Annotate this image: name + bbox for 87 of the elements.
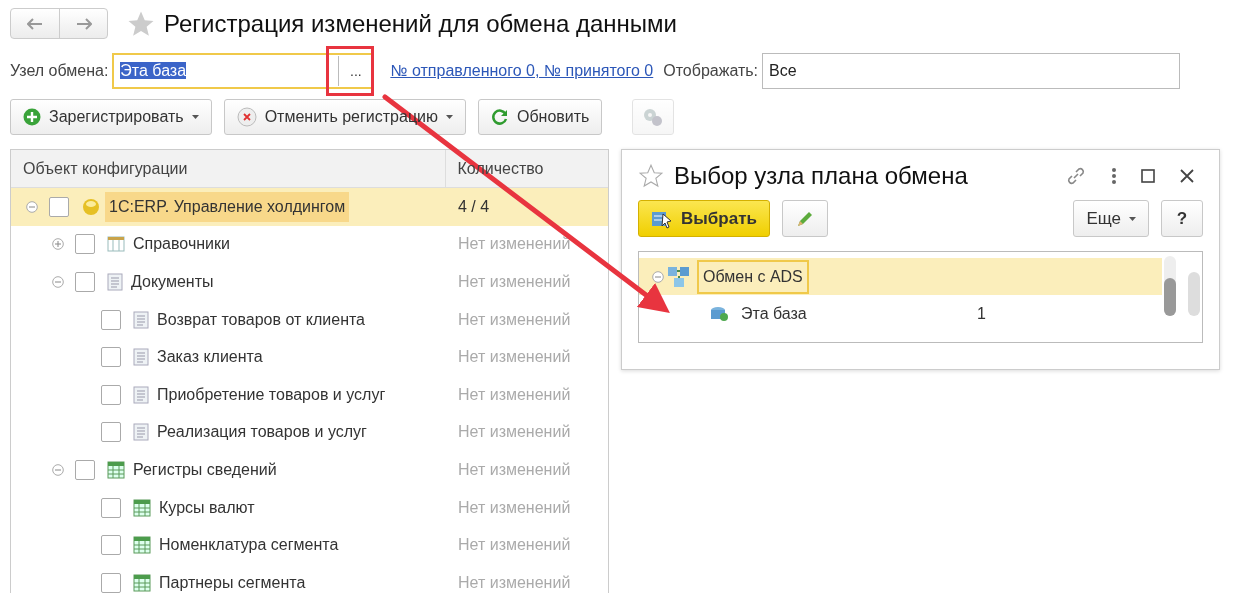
count-cell-text: Нет изменений [457, 273, 571, 291]
close-icon[interactable] [1179, 168, 1195, 184]
checkbox[interactable] [101, 347, 121, 368]
checkbox[interactable] [75, 234, 95, 255]
checkbox[interactable] [101, 497, 121, 518]
register-icon [133, 536, 151, 555]
count-cell-text: 4 / 4 [457, 197, 490, 216]
catalog-icon [107, 236, 125, 253]
field-label: Узел обмена: [10, 62, 109, 80]
help-button[interactable]: ? [1161, 200, 1203, 237]
tree-label: Справочники [132, 234, 231, 255]
scrollbar[interactable] [1164, 256, 1176, 316]
collapse-icon[interactable] [52, 276, 64, 288]
caret-icon [191, 115, 199, 119]
column-header: Объект конфигурации [23, 159, 188, 178]
document-icon [133, 310, 149, 329]
count-cell-text: Нет изменений [457, 536, 571, 555]
link-icon[interactable] [1065, 165, 1087, 187]
window-title: Регистрация изменений для обмена данными [164, 9, 677, 38]
add-icon [23, 108, 41, 126]
refresh-button[interactable]: Обновить [478, 99, 603, 135]
counters-link[interactable]: № отправленного 0, № принятого 0 [390, 62, 654, 80]
count-cell-text: Нет изменений [457, 573, 571, 592]
register-icon [133, 573, 151, 592]
count-cell-text: Нет изменений [457, 235, 571, 254]
selected-text: Эта база [120, 62, 187, 79]
caret-icon [1129, 216, 1136, 221]
node-label: Обмен с ADS [697, 259, 809, 294]
tree-label: Реализация товаров и услуг [156, 422, 368, 443]
database-icon [709, 304, 729, 323]
checkbox[interactable] [49, 196, 69, 217]
more-icon[interactable] [1111, 167, 1117, 185]
scrollbar[interactable] [1188, 272, 1200, 316]
tree-label: Документы [130, 272, 215, 292]
checkbox[interactable] [101, 384, 121, 405]
collapse-icon[interactable] [652, 270, 664, 283]
count-cell-text: Нет изменений [457, 310, 571, 329]
checkbox[interactable] [101, 422, 121, 443]
nodes-icon [667, 264, 691, 289]
collapse-icon[interactable] [52, 463, 64, 476]
expand-icon[interactable] [52, 238, 64, 251]
field-label: Отображать: [663, 62, 759, 80]
tree-label: Заказ клиента [156, 347, 264, 368]
refresh-icon [491, 108, 509, 126]
highlight-frame [326, 46, 375, 96]
right-arrow-icon [75, 17, 92, 30]
star-icon[interactable] [638, 163, 664, 189]
tree-label: Возврат товаров от клиента [156, 309, 366, 330]
checkbox[interactable] [101, 309, 121, 330]
register-icon [133, 498, 151, 517]
count-cell-text: Нет изменений [457, 423, 571, 442]
more-button[interactable]: Еще [1073, 200, 1149, 237]
display-field[interactable]: Все [762, 53, 1181, 89]
count-cell-text: Нет изменений [457, 460, 571, 479]
checkbox[interactable] [75, 272, 95, 292]
caret-icon [446, 115, 453, 119]
checkbox[interactable] [101, 572, 121, 593]
node-row[interactable]: Эта база 1 [639, 295, 1162, 332]
tree-label: Регистры сведений [132, 459, 278, 480]
tree-label: Приобретение товаров и услуг [156, 384, 387, 405]
document-icon [107, 273, 123, 291]
collapse-icon[interactable] [26, 200, 38, 213]
document-icon [133, 423, 149, 442]
register-icon [107, 460, 125, 479]
tree-label: 1C:ERP. Управление холдингом [105, 191, 350, 222]
count-cell-text: 1 [976, 304, 986, 323]
select-button[interactable]: Выбрать [638, 200, 770, 237]
document-icon [133, 385, 149, 404]
document-icon [133, 348, 149, 367]
sphere-icon [81, 196, 101, 217]
count-cell-text: Нет изменений [457, 498, 571, 517]
node-row[interactable]: Обмен с ADS [639, 258, 1162, 295]
tree-row[interactable]: 1C:ERP. Управление холдингом 4 / 4 [11, 188, 608, 226]
checkbox[interactable] [75, 459, 95, 480]
register-button[interactable]: Зарегистрировать [10, 99, 212, 135]
tree-label: Курсы валют [158, 497, 256, 518]
tree-label: Номенклатура сегмента [158, 535, 340, 556]
left-arrow-icon [27, 17, 43, 30]
node-label: Эта база [740, 303, 808, 324]
edit-button[interactable] [781, 200, 828, 237]
dialog-title: Выбор узла плана обмена [674, 162, 969, 190]
count-cell-text: Нет изменений [457, 348, 571, 367]
maximize-icon[interactable] [1141, 169, 1155, 183]
cancel-icon [236, 107, 257, 127]
checkbox[interactable] [101, 535, 121, 556]
count-cell-text: Нет изменений [457, 385, 571, 404]
tree-label: Партнеры сегмента [158, 572, 307, 593]
